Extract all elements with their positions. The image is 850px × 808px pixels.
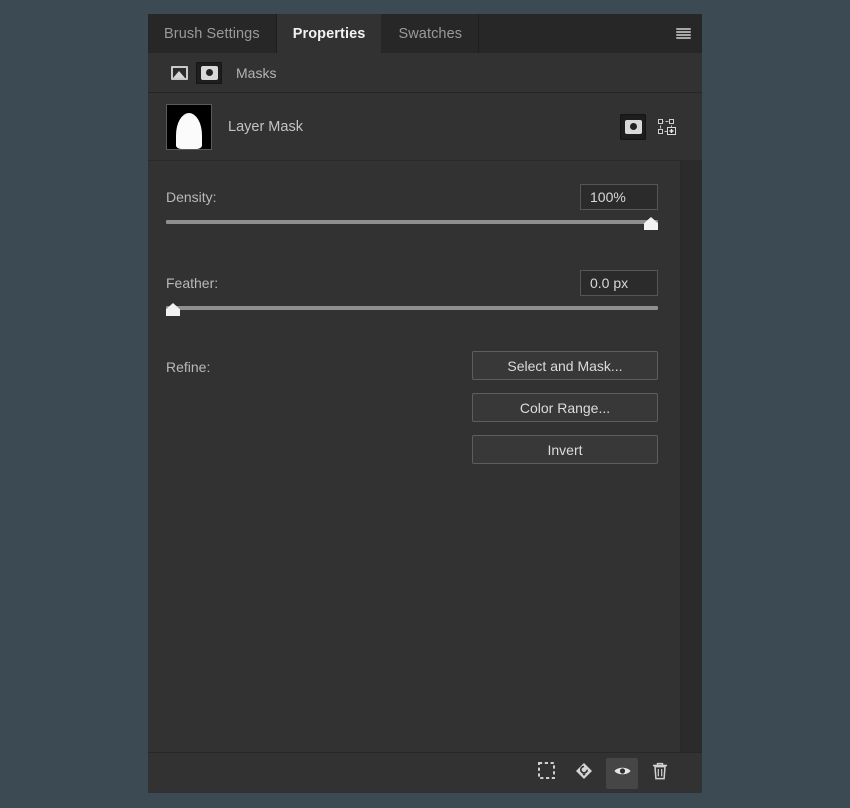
density-slider[interactable] [166, 217, 658, 235]
color-range-button[interactable]: Color Range... [472, 393, 658, 422]
panel-menu-button[interactable] [664, 14, 702, 53]
layer-mask-thumbnail[interactable] [166, 103, 212, 150]
load-selection-button[interactable] [530, 758, 562, 789]
density-label: Density: [166, 189, 217, 205]
button-label: Invert [547, 441, 583, 458]
button-label: Select and Mask... [507, 357, 623, 374]
image-icon [170, 65, 188, 80]
feather-slider[interactable] [166, 303, 658, 321]
properties-panel: Brush Settings Properties Swatches Masks… [148, 14, 702, 793]
tab-label: Properties [292, 25, 366, 42]
mask-shape [176, 112, 202, 149]
panel-scrollbar[interactable] [680, 161, 702, 752]
tab-label: Swatches [398, 25, 463, 42]
feather-control: Feather: 0.0 px [166, 269, 658, 321]
density-slider-handle[interactable] [644, 217, 658, 230]
pixel-mask-icon [624, 119, 642, 134]
panel-body-content: Density: 100% Feather: 0.0 px Refine: Se… [148, 161, 680, 752]
delete-mask-button[interactable] [644, 758, 676, 789]
masks-properties-button[interactable] [196, 61, 222, 84]
toggle-mask-visibility-icon [613, 764, 632, 783]
add-vector-mask-button[interactable] [654, 114, 680, 140]
delete-mask-icon [652, 762, 668, 785]
apply-mask-button[interactable] [568, 758, 600, 789]
feather-slider-handle[interactable] [166, 303, 180, 316]
density-value-input[interactable]: 100% [580, 184, 658, 210]
refine-label: Refine: [166, 359, 211, 375]
mask-type-buttons [620, 113, 680, 140]
apply-mask-icon [575, 762, 593, 785]
tab-brush-settings[interactable]: Brush Settings [148, 14, 277, 53]
tab-label: Brush Settings [164, 25, 260, 42]
mask-icon [200, 65, 218, 80]
invert-button[interactable]: Invert [472, 435, 658, 464]
density-control: Density: 100% [166, 183, 658, 235]
masks-label: Masks [236, 64, 277, 81]
toggle-mask-visibility-button[interactable] [606, 757, 638, 789]
tab-bar-spacer [479, 14, 664, 53]
feather-label: Feather: [166, 275, 219, 291]
tab-properties[interactable]: Properties [276, 14, 383, 53]
feather-row: Feather: 0.0 px [166, 269, 658, 297]
hamburger-menu-icon [675, 28, 691, 39]
tab-swatches[interactable]: Swatches [382, 14, 480, 53]
density-row: Density: 100% [166, 183, 658, 211]
feather-slider-track[interactable] [166, 306, 658, 310]
button-label: Color Range... [519, 399, 611, 416]
refine-buttons: Select and Mask... Color Range... Invert [472, 351, 658, 464]
load-selection-icon [537, 762, 555, 784]
add-pixel-mask-button[interactable] [620, 113, 646, 140]
image-properties-button[interactable] [166, 62, 192, 84]
panel-footer [148, 752, 702, 793]
panel-body: Density: 100% Feather: 0.0 px Refine: Se… [148, 161, 702, 752]
vector-mask-icon [658, 118, 676, 135]
density-slider-track[interactable] [166, 220, 658, 224]
panel-tab-bar: Brush Settings Properties Swatches [148, 14, 702, 53]
layer-mask-title: Layer Mask [228, 118, 303, 135]
layer-mask-row: Layer Mask [148, 93, 702, 161]
select-and-mask-button[interactable]: Select and Mask... [472, 351, 658, 380]
masks-subheader: Masks [148, 53, 702, 93]
feather-value-input[interactable]: 0.0 px [580, 270, 658, 296]
refine-control: Refine: Select and Mask... Color Range..… [166, 351, 658, 464]
